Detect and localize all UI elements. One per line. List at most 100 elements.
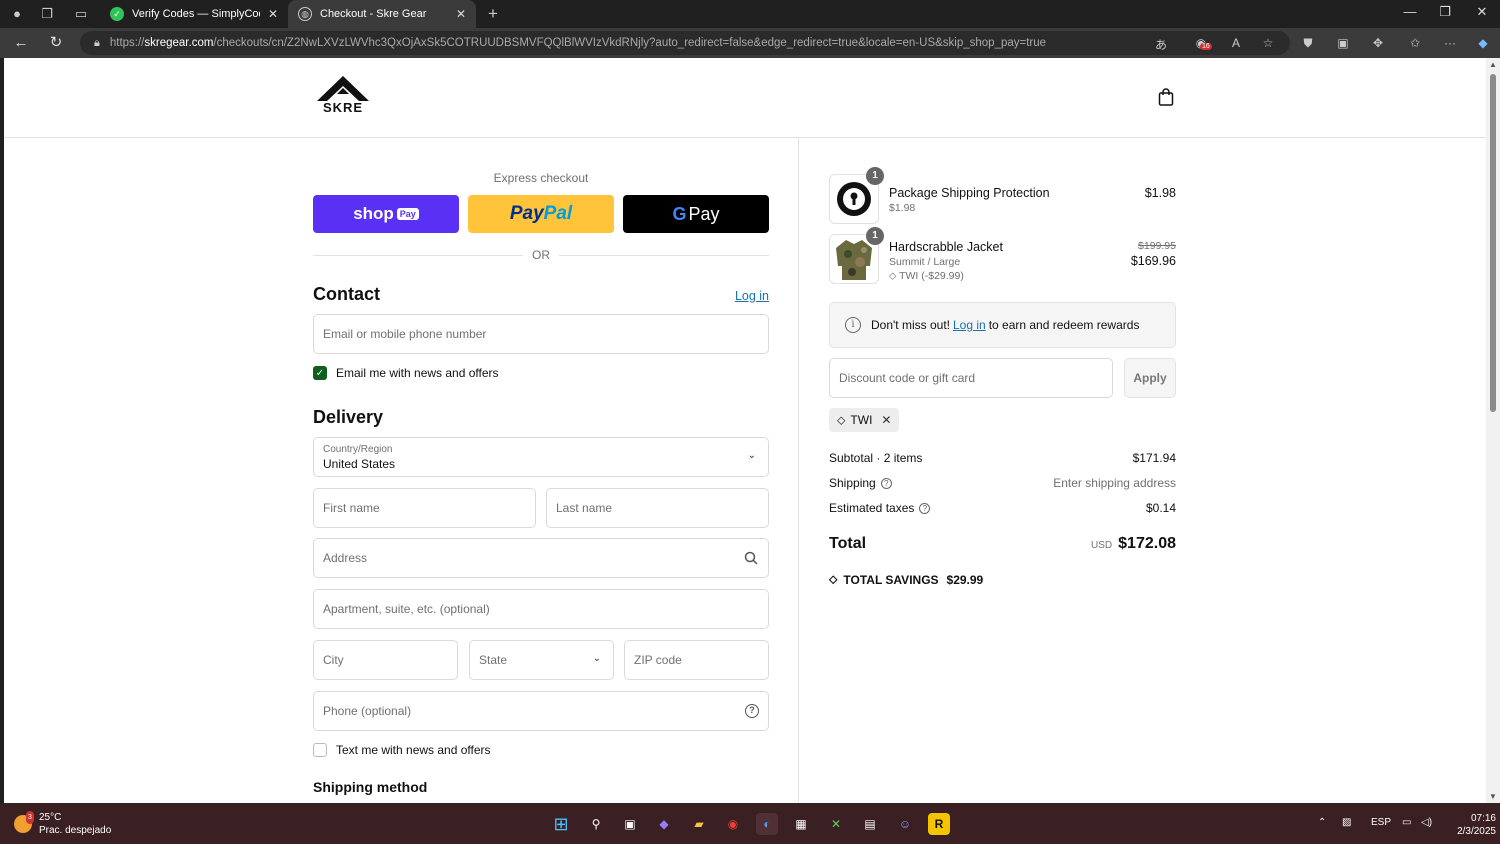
apartment-placeholder: Apartment, suite, etc. (optional) — [323, 602, 490, 616]
address-field[interactable]: Address — [313, 538, 769, 578]
minimize-icon[interactable]: — — [1400, 4, 1420, 19]
shield-icon[interactable]: ⛊ — [1299, 36, 1317, 51]
country-select[interactable]: Country/Region United States ⌄ — [313, 437, 769, 477]
paypal-text-1: Pay — [509, 203, 544, 224]
store-icon[interactable]: ▦ — [790, 813, 812, 835]
discord-icon[interactable]: ☺ — [894, 813, 916, 835]
search-icon[interactable]: ⚲ — [585, 813, 607, 835]
new-tab-icon[interactable]: + — [484, 5, 502, 23]
scroll-down-icon[interactable]: ▼ — [1488, 792, 1498, 801]
email-field[interactable]: Email or mobile phone number — [313, 314, 769, 354]
tab-title: Verify Codes — SimplyCodes — [132, 8, 260, 20]
tab-actions-icon[interactable]: ▭ — [72, 5, 90, 23]
more-menu-icon[interactable]: ··· — [1441, 36, 1459, 50]
help-icon[interactable]: ? — [880, 478, 892, 490]
lock-icon: 🔒︎ — [94, 36, 100, 49]
skre-logo[interactable]: SKRE — [315, 74, 371, 116]
edge-icon[interactable]: ◐ — [756, 813, 778, 835]
last-name-field[interactable]: Last name — [546, 488, 769, 528]
text-news-checkbox-row[interactable]: Text me with news and offers — [313, 743, 491, 757]
taxes-value: $0.14 — [1145, 501, 1176, 515]
system-clock[interactable]: 07:16 2/3/2025 — [1456, 812, 1496, 838]
total-savings: ⬦ TOTAL SAVINGS $29.99 — [829, 572, 983, 587]
chevron-down-icon: ⌄ — [747, 450, 756, 461]
chrome-icon[interactable]: ◉ — [722, 813, 744, 835]
copilot-icon[interactable]: ◆ — [653, 813, 675, 835]
scroll-thumb[interactable] — [1490, 74, 1496, 412]
profile-avatar-icon[interactable]: ● — [8, 5, 26, 23]
rewards-banner: i Don't miss out! Log in to earn and red… — [829, 302, 1176, 348]
tag-icon: ⬦ — [829, 572, 838, 586]
checkbox-checked-icon[interactable]: ✓ — [313, 366, 327, 380]
info-icon: i — [845, 317, 861, 333]
refresh-icon[interactable]: ↻ — [46, 33, 66, 53]
windows-start-icon[interactable]: ⊞ — [550, 813, 572, 835]
country-label: Country/Region — [323, 443, 393, 455]
or-divider: OR — [313, 248, 769, 262]
translate-icon[interactable]: あ — [1152, 36, 1170, 53]
remove-code-icon[interactable]: ✕ — [881, 413, 891, 427]
close-tab-icon[interactable]: ✕ — [268, 7, 278, 21]
checkbox-unchecked-icon[interactable] — [313, 743, 327, 757]
help-icon[interactable]: ? — [919, 503, 931, 515]
tab-checkout[interactable]: ◍ Checkout - Skre Gear ✕ — [288, 0, 476, 28]
weather-badge: 3 — [26, 811, 34, 824]
task-view-icon[interactable]: ▣ — [619, 813, 641, 835]
xbox-icon[interactable]: ✕ — [825, 813, 847, 835]
favorite-star-icon[interactable]: ☆ — [1259, 36, 1277, 50]
apartment-field[interactable]: Apartment, suite, etc. (optional) — [313, 589, 769, 629]
split-screen-icon[interactable]: ▣ — [1334, 36, 1352, 50]
state-select[interactable]: State ⌄ — [469, 640, 614, 680]
back-icon[interactable]: ← — [11, 33, 31, 53]
rewards-login-link[interactable]: Log in — [953, 318, 986, 332]
roblox-app-icon[interactable]: R — [928, 813, 950, 835]
language-indicator[interactable]: ESP — [1371, 817, 1391, 828]
total-label: Total — [829, 535, 867, 552]
file-explorer-icon[interactable]: ▰ — [688, 813, 710, 835]
phone-placeholder: Phone (optional) — [323, 704, 412, 718]
address-bar[interactable]: 🔒︎ https://skregear.com/checkouts/cn/Z2N… — [80, 31, 1290, 55]
gpay-text: Pay — [688, 203, 720, 224]
apply-button[interactable]: Apply — [1124, 358, 1176, 398]
read-aloud-icon[interactable]: A — [1227, 36, 1245, 50]
shipping-protection-icon — [837, 182, 871, 216]
page-scrollbar[interactable]: ▲ ▼ — [1486, 58, 1500, 803]
close-tab-icon[interactable]: ✕ — [456, 7, 466, 21]
delivery-title: Delivery — [313, 407, 384, 427]
shopping-bag-icon[interactable] — [1158, 88, 1174, 106]
google-pay-button[interactable]: G Pay — [623, 195, 769, 233]
browser-tab-bar: ● ❐ ▭ ✓ Verify Codes — SimplyCodes ✕ ◍ C… — [0, 0, 1500, 28]
weather-widget[interactable]: 3 25°C Prac. despejado — [14, 811, 111, 837]
restore-icon[interactable]: ❐ — [1435, 4, 1455, 20]
total-amount: USD $172.08 — [1091, 535, 1176, 553]
calculator-icon[interactable]: ▤ — [859, 813, 881, 835]
login-link[interactable]: Log in — [735, 289, 769, 303]
city-field[interactable]: City — [313, 640, 458, 680]
extensions-puzzle-icon[interactable]: ✥ — [1369, 36, 1387, 50]
network-off-icon[interactable]: ▨ — [1342, 817, 1351, 828]
email-placeholder: Email or mobile phone number — [323, 327, 487, 341]
zip-field[interactable]: ZIP code — [624, 640, 769, 680]
shop-pay-button[interactable]: shop Pay — [313, 195, 459, 233]
applied-code: TWI — [850, 413, 873, 427]
workspaces-icon[interactable]: ❐ — [38, 5, 56, 23]
tab-simplycodes[interactable]: ✓ Verify Codes — SimplyCodes ✕ — [100, 0, 288, 28]
express-checkout-label: Express checkout — [493, 171, 589, 185]
volume-icon[interactable]: ◁) — [1421, 817, 1432, 828]
tray-overflow-icon[interactable]: ⌃ — [1318, 817, 1326, 828]
rewards-suffix: to earn and redeem rewards — [988, 318, 1140, 332]
favorites-icon[interactable]: ✩ — [1406, 36, 1424, 50]
discount-field[interactable]: Discount code or gift card — [829, 358, 1113, 398]
help-icon[interactable]: ? — [745, 704, 759, 718]
display-icon[interactable]: ▭ — [1402, 817, 1411, 828]
email-news-checkbox-row[interactable]: ✓ Email me with news and offers — [313, 366, 499, 380]
copilot-icon[interactable]: ◆ — [1474, 36, 1492, 50]
close-window-icon[interactable]: ✕ — [1472, 4, 1492, 20]
scroll-up-icon[interactable]: ▲ — [1488, 60, 1498, 69]
item-name: Hardscrabble Jacket — [889, 240, 1003, 254]
item-name: Package Shipping Protection — [889, 186, 1050, 200]
phone-field[interactable]: Phone (optional) ? — [313, 691, 769, 731]
paypal-button[interactable]: Pay Pal — [468, 195, 614, 233]
first-name-field[interactable]: First name — [313, 488, 536, 528]
jacket-image — [836, 240, 872, 280]
